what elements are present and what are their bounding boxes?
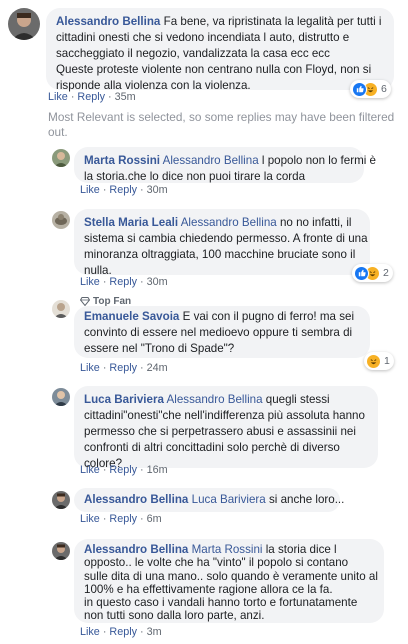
comment-actions: Like · Reply · 30m [80,276,168,288]
comment-bubble: Alessandro Bellina Luca Bariviera si anc… [74,488,344,512]
reaction-count: 6 [381,83,387,95]
comment-text: convinto di essere nel medioevo oppure t… [84,326,353,339]
reply-link[interactable]: Reply [109,362,137,374]
like-link[interactable]: Like [80,276,100,288]
mention-link[interactable]: Luca Bariviera [192,493,266,506]
comment-bubble: Stella Maria Leali Alessandro Bellina no… [74,209,370,277]
comment-text: 100% e ha effettivamente ragione allora … [84,582,333,596]
comment-author[interactable]: Emanuele Savoia [84,310,179,323]
comment-author[interactable]: Alessandro Bellina [84,543,188,556]
avatar[interactable] [52,300,70,318]
comment-bubble: Alessandro Bellina Marta Rossini la stor… [74,539,384,623]
comment-text: la storia dice l [265,543,337,556]
comment-text: E vai con il pugno di ferro! ma sei [182,310,355,323]
avatar[interactable] [52,211,70,229]
comment-text: sulle dita di una mano.. solo quando è v… [84,569,378,583]
comment-bubble: Emanuele Savoia E vai con il pugno di fe… [74,306,370,358]
comment-text: in questo caso i vandali hanno torto e f… [84,596,358,610]
reactions-summary[interactable]: 6 [350,80,391,98]
like-link[interactable]: Like [80,513,100,525]
comment-author[interactable]: Stella Maria Leali [84,216,178,229]
diamond-icon [80,297,90,306]
comment-text: Fa bene, va ripristinata la legalità per… [163,15,382,28]
reply-link[interactable]: Reply [109,464,137,476]
reply-link[interactable]: Reply [109,626,137,638]
reaction-count: 1 [384,355,390,367]
comment-text: opposto.. le volte che ha "vinto" il pop… [84,556,349,570]
reaction-count: 2 [383,267,389,279]
like-link[interactable]: Like [80,626,100,638]
timestamp[interactable]: 35m [115,91,136,103]
reactions-summary[interactable]: 2 [352,264,393,282]
avatar[interactable] [52,542,70,560]
comment-bubble: Alessandro Bellina Fa bene, va ripristin… [46,8,394,92]
comment-text: la storia.che lo dice non puoi tirare la… [84,170,306,183]
filter-notice-line: Most Relevant is selected, so some repli… [48,110,395,124]
timestamp[interactable]: 6m [147,513,162,525]
like-link[interactable]: Like [80,362,100,374]
reply-link[interactable]: Reply [109,513,137,525]
timestamp[interactable]: 16m [147,464,168,476]
comment-bubble: Marta Rossini Alessandro Bellina l popol… [74,147,376,183]
like-reaction-icon [352,81,367,97]
filter-notice-line: out. [48,125,68,139]
avatar[interactable] [52,491,70,509]
filter-notice: Most Relevant is selected, so some repli… [48,110,394,140]
comment-text: Queste proteste violente non centrano nu… [56,63,372,76]
comment-text: quegli stessi [265,393,330,406]
mention-link[interactable]: Alessandro Bellina [167,393,263,406]
comment-text: si anche loro... [268,493,345,506]
comment-text: non tutti sono dalla loro parte, anzi. [84,609,265,623]
comment-text: sistema si cambia chiedendo permesso. A … [84,232,368,245]
comment-actions: Like · Reply · 35m [48,91,136,103]
timestamp[interactable]: 30m [147,276,168,288]
comment-author[interactable]: Luca Bariviera [84,393,164,406]
comment-text: l popolo non lo fermi è [261,154,376,167]
like-reaction-icon [354,265,369,281]
comment-author[interactable]: Alessandro Bellina [56,15,160,28]
comment-text: confronti di altri concittadini solo per… [84,441,340,454]
comment-text: cittadini"onesti"che nell'indifferenza p… [84,409,365,422]
comment-author[interactable]: Alessandro Bellina [84,493,188,506]
avatar[interactable] [52,388,70,406]
comment-actions: Like · Reply · 6m [80,513,162,525]
comment-actions: Like · Reply · 30m [80,184,168,196]
haha-reaction-icon [366,353,381,369]
reactions-summary[interactable]: 1 [364,352,394,370]
mention-link[interactable]: Marta Rossini [192,543,263,556]
comment-actions: Like · Reply · 3m [80,626,162,638]
avatar[interactable] [52,149,70,167]
comment-text: cittadini onesti che si vedono incendiat… [56,31,350,44]
like-link[interactable]: Like [48,91,68,103]
mention-link[interactable]: Alessandro Bellina [163,154,259,167]
comment-author[interactable]: Marta Rossini [84,154,160,167]
avatar[interactable] [8,8,40,40]
timestamp[interactable]: 3m [147,626,162,638]
comment-text: no no infatti, il [279,216,352,229]
comment-text: saccheggiato il negozio, vandalizzata la… [56,47,330,60]
comment-bubble: Luca Bariviera Alessandro Bellina quegli… [74,386,378,470]
comment-actions: Like · Reply · 24m [80,362,168,374]
reply-link[interactable]: Reply [109,276,137,288]
comment-text: permesso che si perpetrassero abusi e as… [84,425,356,438]
mention-link[interactable]: Alessandro Bellina [181,216,277,229]
like-link[interactable]: Like [80,184,100,196]
timestamp[interactable]: 30m [147,184,168,196]
like-link[interactable]: Like [80,464,100,476]
reply-link[interactable]: Reply [109,184,137,196]
comment-text: essere nel "Trono di Spade"? [84,342,235,355]
reply-link[interactable]: Reply [77,91,105,103]
comment-text: minoranza oltraggiata, 100 macchine bruc… [84,248,356,261]
comment-actions: Like · Reply · 16m [80,464,168,476]
timestamp[interactable]: 24m [147,362,168,374]
